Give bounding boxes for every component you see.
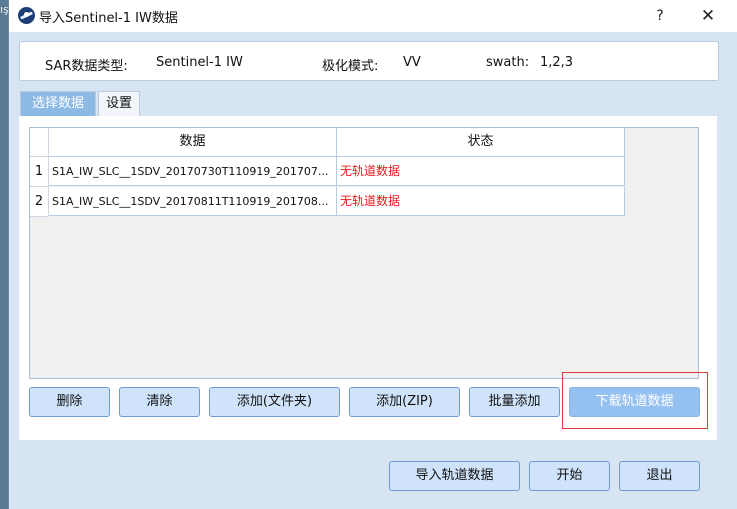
table-cell-data[interactable]: S1A_IW_SLC__1SDV_20170811T110919_201708.… (49, 187, 337, 216)
import-dialog: 导入Sentinel-1 IW数据 ? ✕ SAR数据类型: Sentinel-… (8, 0, 737, 509)
add-folder-button[interactable]: 添加(文件夹) (209, 387, 340, 417)
column-header-data[interactable]: 数据 (49, 128, 337, 157)
column-header-status[interactable]: 状态 (337, 128, 625, 157)
data-table: 数据 状态 1 S1A_IW_SLC__1SDV_20170730T110919… (29, 127, 699, 379)
exit-button[interactable]: 退出 (619, 461, 700, 491)
start-button[interactable]: 开始 (529, 461, 610, 491)
polarization-value: VV (403, 55, 421, 70)
select-data-panel: 数据 状态 1 S1A_IW_SLC__1SDV_20170730T110919… (19, 116, 717, 440)
tab-settings[interactable]: 设置 (98, 91, 140, 116)
help-button[interactable]: ? (649, 5, 671, 27)
clear-button[interactable]: 清除 (119, 387, 200, 417)
sar-info-panel: SAR数据类型: Sentinel-1 IW 极化模式: VV swath: 1… (19, 41, 719, 81)
swath-value: 1,2,3 (540, 55, 574, 70)
import-orbit-button[interactable]: 导入轨道数据 (389, 461, 520, 491)
delete-button[interactable]: 删除 (29, 387, 110, 417)
download-orbit-button[interactable]: 下载轨道数据 (569, 387, 700, 417)
satellite-app-icon (18, 7, 35, 24)
title-bar: 导入Sentinel-1 IW数据 ? ✕ (9, 0, 737, 32)
close-button[interactable]: ✕ (695, 5, 721, 27)
table-cell-data[interactable]: S1A_IW_SLC__1SDV_20170730T110919_201707.… (49, 157, 337, 186)
window-title: 导入Sentinel-1 IW数据 (39, 11, 178, 26)
sar-type-label: SAR数据类型: (45, 59, 128, 74)
row-header[interactable]: 2 (30, 187, 49, 217)
row-header[interactable]: 1 (30, 157, 49, 187)
table-corner[interactable] (30, 128, 49, 157)
add-zip-button[interactable]: 添加(ZIP) (349, 387, 460, 417)
table-cell-status[interactable]: 无轨道数据 (337, 187, 625, 216)
tab-select-data[interactable]: 选择数据 (20, 91, 96, 116)
swath-label: swath: (486, 55, 530, 70)
sar-type-value: Sentinel-1 IW (156, 55, 243, 70)
table-cell-status[interactable]: 无轨道数据 (337, 157, 625, 186)
polarization-label: 极化模式: (322, 59, 379, 74)
batch-add-button[interactable]: 批量添加 (469, 387, 560, 417)
